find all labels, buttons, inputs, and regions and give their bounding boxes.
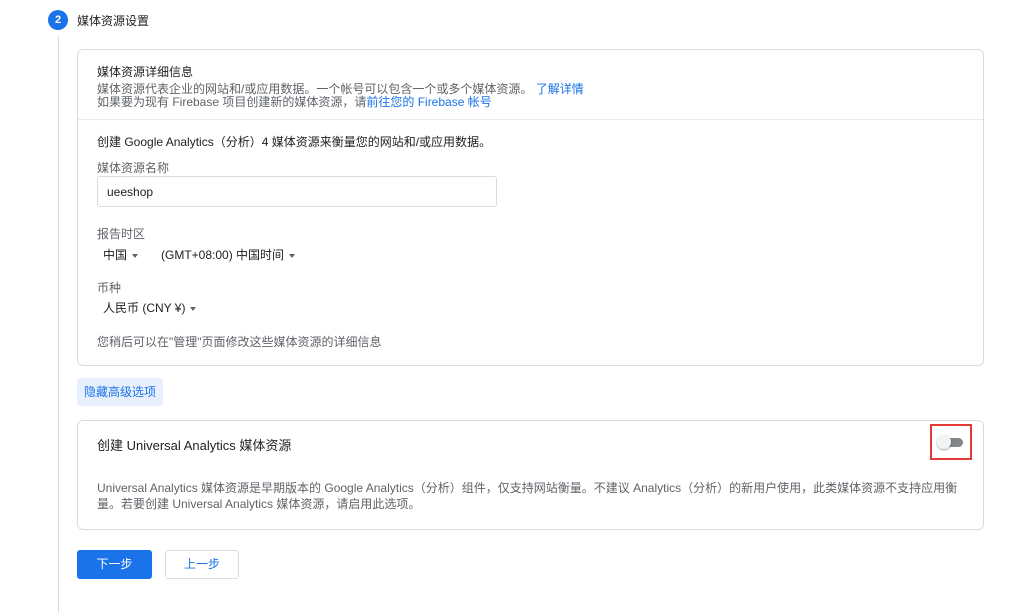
property-name-input[interactable]: [97, 176, 497, 207]
property-details-card: 媒体资源详细信息 媒体资源代表企业的网站和/或应用数据。一个帐号可以包含一个或多…: [77, 49, 984, 366]
firebase-account-link[interactable]: 前往您的 Firebase 帐号: [366, 95, 491, 109]
universal-analytics-card: 创建 Universal Analytics 媒体资源 Universal An…: [77, 420, 984, 530]
country-select[interactable]: 中国: [103, 246, 139, 263]
back-button[interactable]: 上一步: [165, 550, 239, 579]
chevron-down-icon: [289, 253, 296, 258]
step-number-badge: 2: [48, 10, 68, 30]
reporting-timezone-label: 报告时区: [97, 227, 146, 241]
chevron-down-icon: [132, 253, 139, 258]
currency-value: 人民币 (CNY ¥): [103, 301, 186, 315]
universal-analytics-toggle[interactable]: [937, 435, 965, 449]
country-value: 中国: [103, 248, 128, 262]
currency-label: 币种: [97, 281, 122, 295]
step-rail-line: [58, 36, 59, 613]
step-title: 媒体资源设置: [77, 14, 150, 28]
currency-select[interactable]: 人民币 (CNY ¥): [103, 299, 197, 316]
property-details-header: 媒体资源详细信息 媒体资源代表企业的网站和/或应用数据。一个帐号可以包含一个或多…: [78, 50, 983, 120]
next-button[interactable]: 下一步: [77, 550, 152, 579]
universal-analytics-title: 创建 Universal Analytics 媒体资源: [97, 438, 292, 453]
property-details-title: 媒体资源详细信息: [97, 65, 194, 79]
universal-analytics-description: Universal Analytics 媒体资源是早期版本的 Google An…: [97, 481, 958, 511]
firebase-hint: 如果要为现有 Firebase 项目创建新的媒体资源，请前往您的 Firebas…: [97, 93, 492, 110]
chevron-down-icon: [190, 306, 197, 311]
firebase-hint-text: 如果要为现有 Firebase 项目创建新的媒体资源，请: [97, 95, 367, 109]
learn-more-link[interactable]: 了解详情: [536, 82, 584, 96]
timezone-select[interactable]: (GMT+08:00) 中国时间: [161, 246, 296, 263]
hide-advanced-options-button[interactable]: 隐藏高级选项: [77, 378, 163, 406]
property-name-label: 媒体资源名称: [97, 161, 170, 175]
timezone-value: (GMT+08:00) 中国时间: [161, 248, 285, 262]
edit-later-note: 您稍后可以在"管理"页面修改这些媒体资源的详细信息: [97, 335, 382, 349]
ga4-intro-text: 创建 Google Analytics（分析）4 媒体资源来衡量您的网站和/或应…: [97, 135, 492, 149]
toggle-knob: [937, 435, 951, 449]
